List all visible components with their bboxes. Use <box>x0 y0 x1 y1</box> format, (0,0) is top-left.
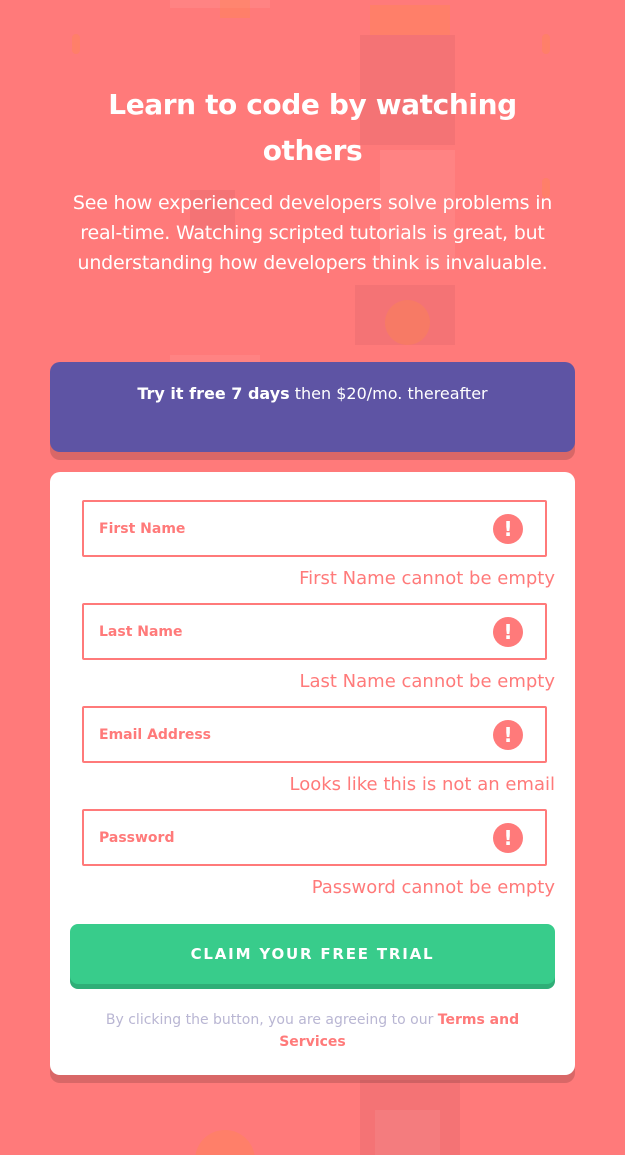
last-name-field[interactable]: ! <box>82 603 547 660</box>
hero: Learn to code by watching others See how… <box>40 82 585 278</box>
trial-offer-bold: Try it free 7 days <box>137 384 290 403</box>
error-icon: ! <box>493 514 523 544</box>
email-input[interactable] <box>99 726 479 743</box>
password-error: Password cannot be empty <box>311 877 555 898</box>
email-error: Looks like this is not an email <box>289 774 555 795</box>
error-icon: ! <box>493 720 523 750</box>
page-title: Learn to code by watching others <box>108 88 517 167</box>
first-name-error: First Name cannot be empty <box>299 568 555 589</box>
first-name-input[interactable] <box>99 520 479 537</box>
terms-notice: By clicking the button, you are agreeing… <box>80 1009 545 1053</box>
terms-prefix: By clicking the button, you are agreeing… <box>105 1012 438 1028</box>
trial-offer-banner: Try it free 7 days then $20/mo. thereaft… <box>50 362 575 452</box>
page-description: See how experienced developers solve pro… <box>72 192 553 274</box>
last-name-error: Last Name cannot be empty <box>299 671 555 692</box>
error-icon: ! <box>493 823 523 853</box>
error-icon: ! <box>493 617 523 647</box>
email-field[interactable]: ! <box>82 706 547 763</box>
password-field[interactable]: ! <box>82 809 547 866</box>
claim-free-trial-button[interactable]: CLAIM YOUR FREE TRIAL <box>70 924 555 984</box>
first-name-field[interactable]: ! <box>82 500 547 557</box>
trial-offer-text: then $20/mo. thereafter <box>289 384 488 403</box>
last-name-input[interactable] <box>99 623 479 640</box>
signup-form: ! First Name cannot be empty ! Last Name… <box>50 472 575 1075</box>
password-input[interactable] <box>99 829 479 846</box>
